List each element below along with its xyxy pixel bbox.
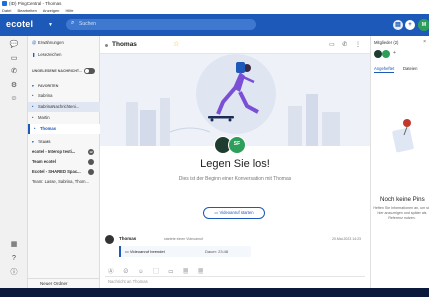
sidebar-item-team-shared[interactable]: Ecotel - SHARED Spac... xyxy=(28,167,100,177)
left-rail: 💬 ▭ ✆ ⚙ ☺ ▦ ? ⓘ xyxy=(0,36,28,288)
sidebar-item-bookmarks[interactable]: ❚ Lesezeichen xyxy=(28,50,100,60)
close-icon[interactable]: × xyxy=(423,39,426,45)
sidebar-item-team-interop[interactable]: ecotel - Interop testi... 12 xyxy=(28,147,100,157)
add-icon[interactable]: + xyxy=(405,20,415,30)
participant-avatars: SF xyxy=(214,136,254,156)
sidebar-item-martin[interactable]: • Martin xyxy=(28,113,100,123)
message-action: startete einen Videoanruf xyxy=(164,237,204,241)
menu-anzeigen[interactable]: Anzeigen xyxy=(43,8,60,13)
calendar-icon[interactable]: ▦ xyxy=(9,240,19,250)
search-input[interactable]: ⌕ Suchen xyxy=(66,19,256,30)
avatar xyxy=(382,50,390,58)
chat-icon[interactable]: 💬 xyxy=(9,40,19,50)
sidebar-item-mentions[interactable]: @ Erwähnungen xyxy=(28,38,100,48)
favorites-header[interactable]: ▾ FAVORITEN xyxy=(28,81,100,91)
sidebar-item-team-group[interactable]: Team: Lasse, Sabrina, Thom... xyxy=(28,177,100,187)
sidebar-item-thomas[interactable]: • Thomas xyxy=(28,124,100,134)
chevron-down-icon[interactable]: ▼ xyxy=(48,22,53,28)
welcome-subtitle: Dies ist der Beginn einer Konversation m… xyxy=(178,176,292,182)
chat-panel: Thomas ☆ ▭ ✆ ⋮ SF Legen Sie los! Dies is… xyxy=(100,36,370,288)
header-actions[interactable]: ▭ ✆ ⋮ xyxy=(329,41,364,48)
phone-icon[interactable]: ✆ xyxy=(9,67,19,77)
sidebar-item-team-ecotel[interactable]: Team ecotel xyxy=(28,157,100,167)
message-author: Thomas xyxy=(119,236,137,241)
welcome-title: Legen Sie los! xyxy=(200,158,270,170)
user-avatar[interactable]: M xyxy=(418,19,429,31)
team-icon xyxy=(88,159,94,165)
call-ended-card[interactable]: ▭ Videoanruf beendet Dauer: 23:48 xyxy=(119,246,251,257)
search-icon: ⌕ xyxy=(71,20,75,26)
menu-hilfe[interactable]: Hilfe xyxy=(66,8,74,13)
chat-header: Thomas ☆ ▭ ✆ ⋮ xyxy=(100,36,370,54)
help-icon[interactable]: ? xyxy=(9,254,19,264)
sidebar-item-sabrina-notes[interactable]: • SabrinaNachrichteni... xyxy=(28,102,100,112)
contacts-icon[interactable]: ☺ xyxy=(9,94,19,104)
panel-tabs: Angeheftet Dateien xyxy=(374,66,429,74)
start-video-call-button[interactable]: ▭ Videoanruf starten xyxy=(203,207,265,219)
members-label: Mitglieder (2) xyxy=(374,40,399,45)
tasks-icon[interactable]: ▤ xyxy=(393,20,403,30)
search-placeholder: Suchen xyxy=(79,21,96,27)
star-icon[interactable]: ☆ xyxy=(173,40,179,48)
sidebar-item-sabrina[interactable]: • Sabrina xyxy=(28,91,100,101)
window-titlebar: (ID) PingCentral - Thomas Datei Bearbeit… xyxy=(0,0,429,14)
call-duration: Dauer: 23:48 xyxy=(205,249,229,254)
skater-illustration xyxy=(126,54,340,146)
empty-state-title: Noch keine Pins xyxy=(380,196,425,203)
teams-header[interactable]: ▾ TEAMS xyxy=(28,137,100,147)
presence-dot-icon xyxy=(105,44,108,47)
composer-toolbar[interactable]: Ⓐ ⊘ ☺ ▢ ▭ ▦ ▦ xyxy=(108,267,207,275)
app-header: ecotel ▼ ⌕ Suchen ▤ + M xyxy=(0,14,429,36)
tab-pinned[interactable]: Angeheftet xyxy=(374,66,395,73)
message-input[interactable]: Nachricht an Thomas xyxy=(105,276,365,286)
pin-illustration xyxy=(388,115,418,155)
conversation-sidebar: @ Erwähnungen ❚ Lesezeichen UNGELESENE NAC… xyxy=(28,36,100,288)
menu-datei[interactable]: Datei xyxy=(2,8,11,13)
brand-logo[interactable]: ecotel xyxy=(6,19,33,29)
unread-filter[interactable]: UNGELESENE NACHRICHT... xyxy=(28,66,100,76)
settings-icon[interactable]: ⚙ xyxy=(9,81,19,91)
menu-bearbeiten[interactable]: Bearbeiten xyxy=(17,8,36,13)
new-folder-button[interactable]: Neuer Ordner xyxy=(28,278,100,288)
menu-bar: Datei Bearbeiten Anzeigen Hilfe xyxy=(2,8,79,13)
message-timestamp: 20.Mai.2023 14:23 xyxy=(332,237,361,241)
chat-message: Thomas startete einen Videoanruf 20.Mai.… xyxy=(105,235,365,265)
os-taskbar xyxy=(0,288,429,297)
app-logo-icon xyxy=(2,1,7,6)
avatar xyxy=(374,50,382,58)
unread-toggle[interactable] xyxy=(84,68,95,74)
details-panel: Mitglieder (2) × + Angeheftet Dateien No… xyxy=(370,36,429,288)
add-member-icon[interactable]: + xyxy=(393,50,396,56)
empty-state-text: Heften Sie Informationen an, um sie hier… xyxy=(373,206,429,220)
avatar: SF xyxy=(228,136,246,154)
pin-icon xyxy=(392,119,414,153)
unread-badge: 12 xyxy=(88,149,94,155)
window-title: (ID) PingCentral - Thomas xyxy=(9,1,62,6)
tab-files[interactable]: Dateien xyxy=(403,66,417,71)
video-icon[interactable]: ▭ xyxy=(9,54,19,64)
info-icon[interactable]: ⓘ xyxy=(9,268,19,278)
team-icon xyxy=(88,169,94,175)
hero-illustration xyxy=(100,54,370,146)
chat-title: Thomas xyxy=(112,41,137,48)
avatar xyxy=(105,235,114,244)
